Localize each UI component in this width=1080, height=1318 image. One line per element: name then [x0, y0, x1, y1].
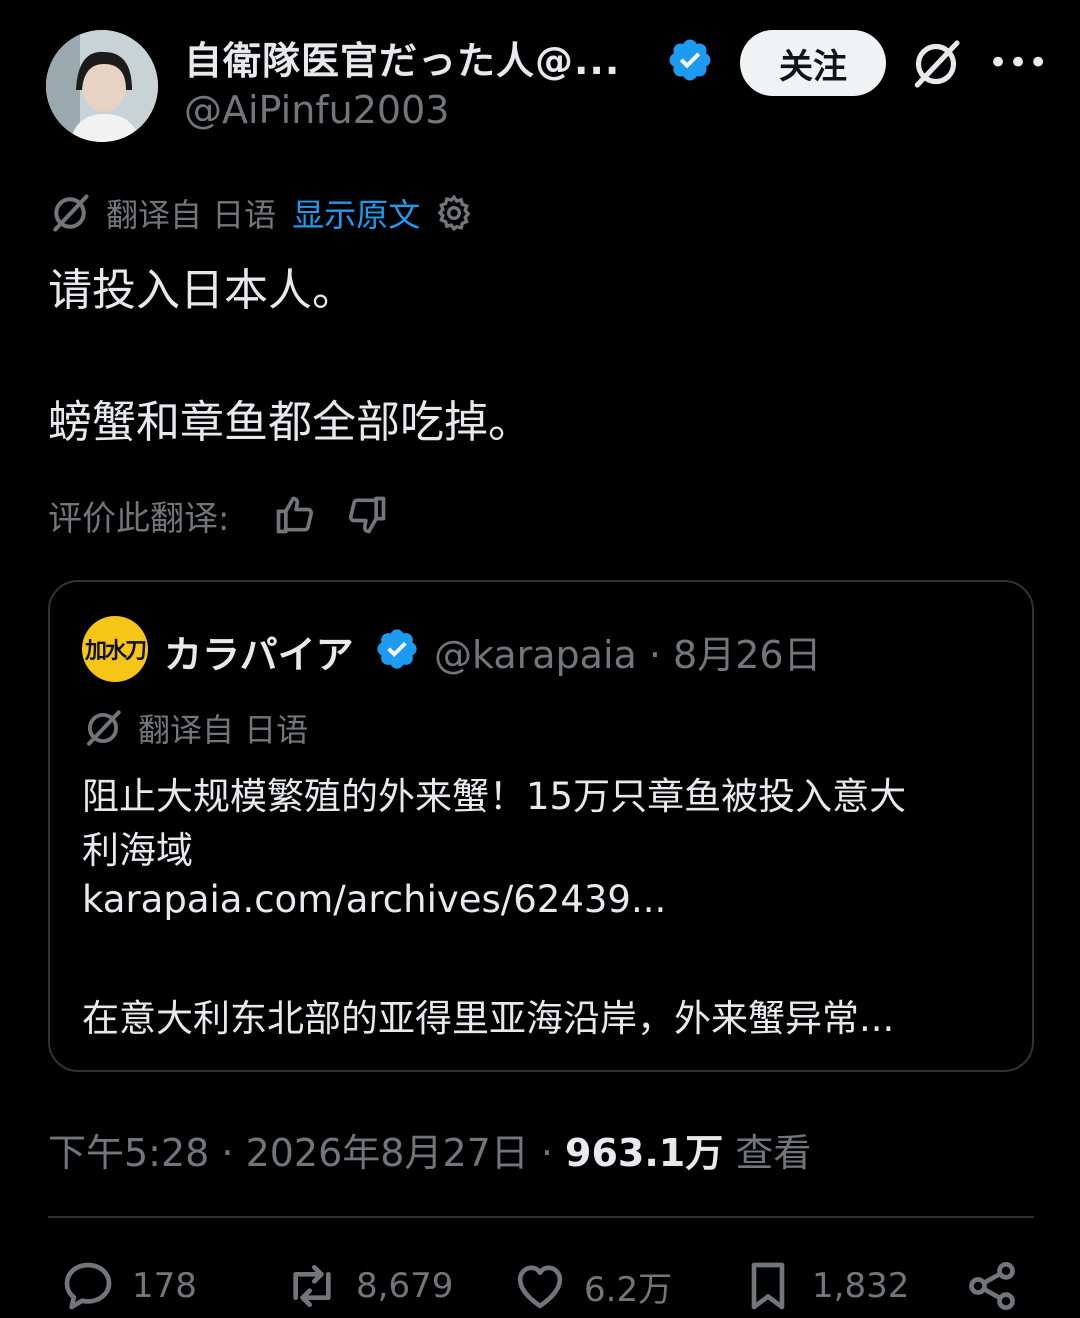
translate-icon: [87, 710, 121, 746]
reply-button[interactable]: 178: [60, 1256, 197, 1316]
share-icon: [969, 1261, 1015, 1311]
quoted-author-avatar[interactable]: 加水刀: [82, 616, 148, 682]
quoted-link[interactable]: karapaia.com/archives/62439...: [82, 878, 666, 921]
quoted-text-line: 阻止大规模繁殖的外来蟹！15万只章鱼被投入意大: [82, 775, 907, 818]
bookmark-button[interactable]: 1,832: [740, 1256, 909, 1316]
verified-badge-icon: [377, 629, 417, 669]
post-text-line: 请投入日本人。: [48, 265, 356, 316]
repost-button[interactable]: 8,679: [284, 1256, 453, 1316]
quoted-translation-bar: 翻译自 日语: [82, 706, 308, 750]
gear-icon[interactable]: [434, 193, 474, 233]
more-icon[interactable]: •••: [988, 46, 1048, 80]
thumbs-down-icon[interactable]: [345, 493, 389, 537]
reply-count: 178: [132, 1266, 197, 1306]
rate-translation-label: 评价此翻译:: [48, 498, 230, 539]
share-button[interactable]: [964, 1256, 1036, 1316]
quoted-text-line: 利海域: [82, 829, 193, 872]
like-button[interactable]: 6.2万: [512, 1256, 672, 1316]
views-count: 963.1万: [565, 1131, 724, 1175]
thumbs-up-icon[interactable]: [273, 493, 317, 537]
author-avatar[interactable]: [46, 30, 158, 142]
bookmark-count: 1,832: [812, 1266, 910, 1306]
translated-from-label: 翻译自 日语: [106, 196, 277, 234]
show-original-link[interactable]: 显示原文: [292, 190, 420, 236]
author-handle[interactable]: @AiPinfu2003: [184, 88, 449, 132]
divider: [48, 1216, 1034, 1218]
author-display-name[interactable]: 自衛隊医官だった人@...: [184, 30, 620, 85]
quoted-text-line: 在意大利东北部的亚得里亚海沿岸，外来蟹异常...: [82, 997, 895, 1040]
post-timestamp-views: 下午5:28 · 2026年8月27日 · 963.1万 查看: [48, 1122, 811, 1177]
quoted-avatar-logo-text: 加水刀: [84, 639, 147, 664]
follow-button[interactable]: 关注: [740, 30, 886, 96]
reply-icon: [64, 1262, 112, 1310]
bookmark-icon: [751, 1262, 785, 1310]
post-timestamp[interactable]: 下午5:28 · 2026年8月27日 ·: [48, 1131, 565, 1175]
post-text-line: 螃蟹和章鱼都全部吃掉。: [48, 397, 532, 448]
repost-icon: [293, 1265, 331, 1307]
translate-icon: [53, 194, 89, 232]
repost-count: 8,679: [356, 1266, 454, 1306]
rate-translation: 评价此翻译:: [48, 490, 389, 540]
quoted-translated-from-label: 翻译自 日语: [138, 711, 309, 749]
views-label: 查看: [723, 1131, 812, 1175]
verified-badge-icon: [669, 39, 711, 81]
like-icon: [517, 1265, 563, 1309]
like-count: 6.2万: [584, 1269, 673, 1310]
translation-bar: 翻译自 日语 显示原文: [48, 190, 474, 236]
grok-icon[interactable]: [908, 36, 964, 92]
quoted-author-name[interactable]: カラパイア: [164, 624, 354, 679]
quoted-author-handle-date[interactable]: @karapaia · 8月26日: [434, 624, 822, 679]
